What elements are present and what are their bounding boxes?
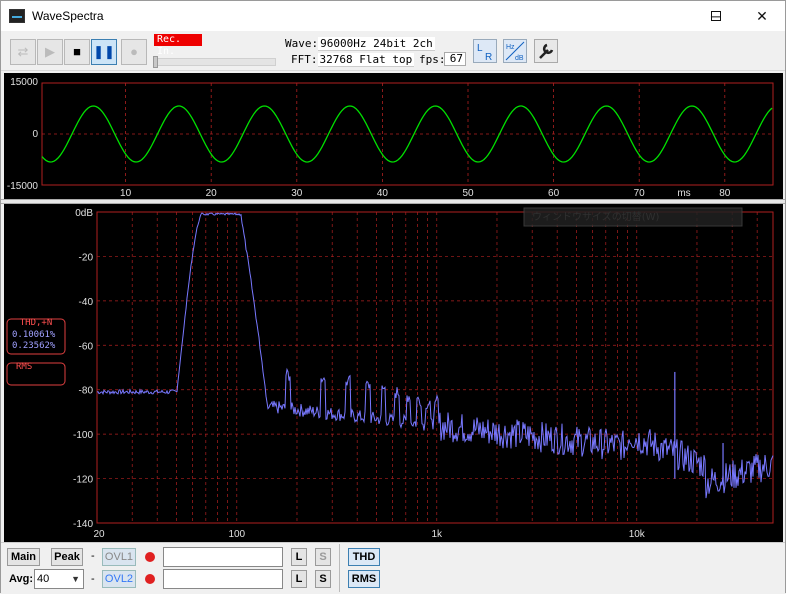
window-title: WaveSpectra [32, 9, 104, 23]
spectrum-y-tick: -20 [79, 252, 94, 263]
spectrum-y-tick: -60 [79, 341, 94, 352]
ovl1-s-button[interactable]: S [315, 548, 331, 566]
wave-info: Wave: 96000Hz 24bit 2ch [285, 37, 435, 51]
spectrum-y-tick: -140 [73, 519, 93, 530]
thd-button[interactable]: THD [348, 548, 380, 566]
spectrum-x-tick: 1k [431, 529, 443, 540]
devices-icon[interactable]: ⇄ [10, 39, 36, 65]
fps-value: 67 [444, 52, 466, 66]
wave-x-tick: 60 [548, 188, 560, 199]
tooltip-text: ウィンドウサイズの切替(W) [532, 210, 659, 223]
ovl2-s-button[interactable]: S [315, 570, 331, 588]
wave-x-tick: 20 [206, 188, 218, 199]
thd-label: THD,+N [20, 318, 53, 328]
input-level-meter [154, 58, 276, 66]
svg-text:L: L [477, 43, 483, 54]
close-button[interactable]: ✕ [739, 1, 785, 31]
wave-x-tick: 80 [719, 188, 731, 199]
ovl1-l-button[interactable]: L [291, 548, 307, 566]
spectrum-plot-frame [96, 211, 774, 524]
fft-label: FFT: [291, 53, 318, 66]
avg-select[interactable]: 40 ▼ [34, 569, 84, 589]
rec-indicator: Rec. In. [154, 34, 202, 57]
main-button[interactable]: Main [7, 548, 40, 566]
dash-2: - [91, 573, 95, 585]
wave-value: 96000Hz 24bit 2ch [318, 37, 435, 51]
spectrum-y-tick: -100 [73, 430, 93, 441]
wave-label: Wave: [285, 37, 319, 50]
thd-value-r: 0.23562% [12, 341, 56, 351]
wave-x-tick: 50 [462, 188, 474, 199]
level-slider[interactable] [153, 56, 158, 68]
wave-x-tick: 40 [377, 188, 389, 199]
spectrum-x-tick: 100 [228, 529, 245, 540]
record-button[interactable]: ● [121, 39, 147, 65]
fft-value: 32768 Flat top [317, 53, 415, 67]
spectrum-y-tick: -40 [79, 297, 94, 308]
wave-x-tick: 10 [120, 188, 132, 199]
wave-x-unit: ms [677, 188, 690, 199]
app-icon [9, 9, 25, 23]
ovl1-name-field[interactable] [163, 547, 283, 567]
wave-x-tick: 30 [291, 188, 303, 199]
spectrum-y-tick: 0dB [75, 208, 93, 219]
ovl2-record-icon[interactable] [145, 574, 155, 584]
thd-value-l: 0.10061% [12, 330, 56, 340]
spectrum-y-tick: -120 [73, 475, 93, 486]
fft-info: FFT: 32768 Flat top [291, 53, 415, 67]
rms-button[interactable]: RMS [348, 570, 380, 588]
wave-y-tick: 0 [32, 129, 38, 140]
spectrum-x-tick: 10k [629, 529, 646, 540]
ovl2-name-field[interactable] [163, 569, 283, 589]
spectrum-panel: 0dB -20 -40 -60 -80 -100 -120 -140 20 100 1k 10k THD… [4, 204, 783, 542]
dash-1: - [91, 550, 95, 562]
channel-lr-icon[interactable]: LR [473, 39, 497, 63]
ovl1-record-icon[interactable] [145, 552, 155, 562]
stop-button[interactable]: ■ [64, 39, 90, 65]
status-divider [339, 544, 340, 592]
app-window: WaveSpectra ─ ✕ ⇄ ▶ ■ ❚❚ ● Rec. In. Wave… [0, 0, 786, 594]
title-bar: WaveSpectra ─ [1, 1, 785, 31]
play-button[interactable]: ▶ [37, 39, 63, 65]
wave-y-tick: -15000 [7, 181, 39, 192]
svg-text:dB: dB [515, 55, 524, 62]
pause-button[interactable]: ❚❚ [91, 39, 117, 65]
waveform-chart: 10 20 30 40 50 60 70 80 15000 0 -15000 ms [7, 77, 774, 199]
scale-hz-db-icon[interactable]: Hz dB [503, 39, 527, 63]
rms-label: RMS [16, 362, 32, 372]
maximize-button[interactable] [693, 1, 739, 31]
spectrum-y-tick: -80 [79, 386, 94, 397]
peak-button[interactable]: Peak [51, 548, 83, 566]
ovl2-l-button[interactable]: L [291, 570, 307, 588]
spectrum-x-tick: 20 [93, 529, 105, 540]
fps-label: fps: [419, 53, 446, 66]
svg-text:R: R [485, 52, 492, 62]
spectrum-trace [96, 212, 774, 499]
chevron-down-icon: ▼ [71, 574, 80, 584]
avg-value: 40 [37, 573, 50, 585]
settings-wrench-icon[interactable] [534, 39, 558, 63]
spectrum-chart: 0dB -20 -40 -60 -80 -100 -120 -14020 100 1k 10k THD… [6, 207, 774, 540]
waveform-panel: 10 20 30 40 50 60 70 80 15000 0 -15000 ms [4, 73, 783, 199]
ovl2-button[interactable]: OVL2 [102, 570, 136, 588]
wave-y-tick: 15000 [10, 77, 38, 88]
ovl1-button[interactable]: OVL1 [102, 548, 136, 566]
avg-label: Avg: [9, 573, 34, 585]
svg-text:Hz: Hz [506, 44, 515, 51]
wave-x-tick: 70 [634, 188, 646, 199]
